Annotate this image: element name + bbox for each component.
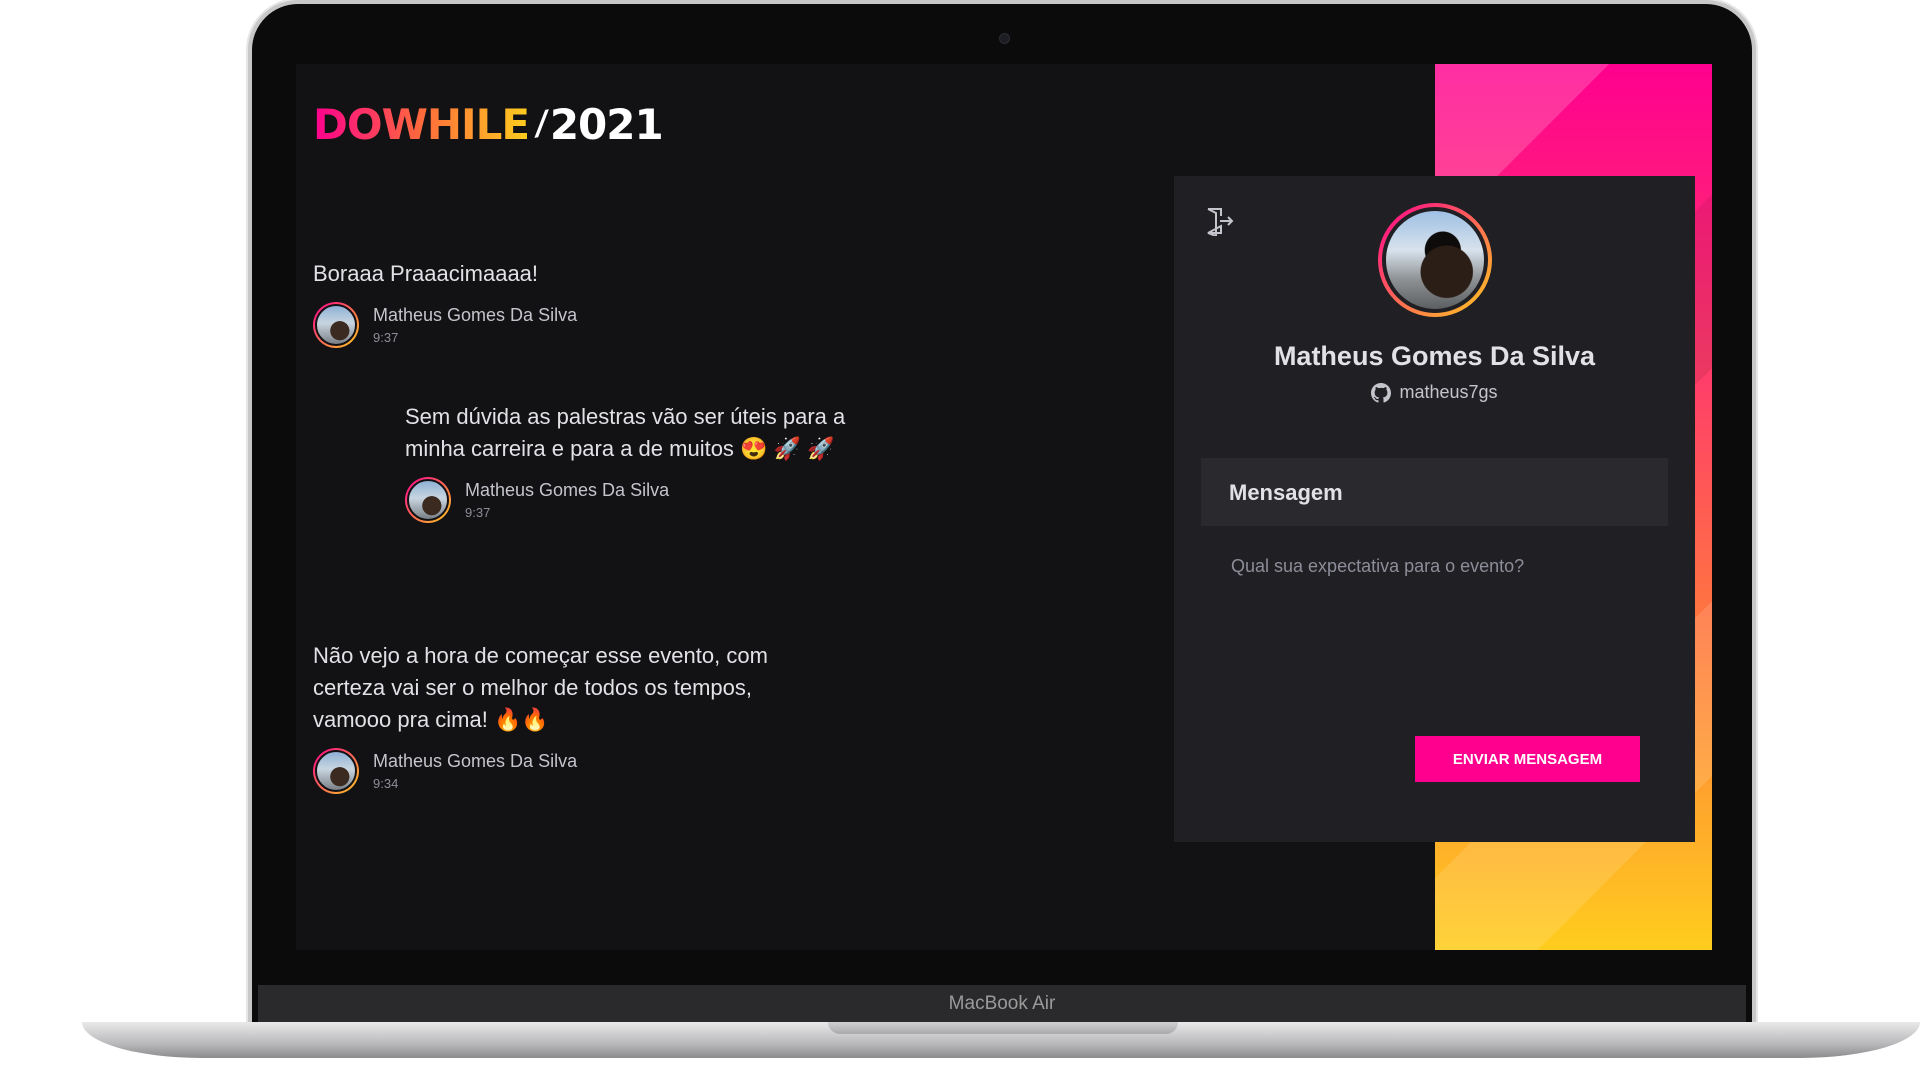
send-message-button[interactable]: ENVIAR MENSAGEM	[1415, 736, 1640, 782]
author-name: Matheus Gomes Da Silva	[465, 480, 670, 500]
sign-out-icon[interactable]	[1204, 206, 1234, 236]
message-item: Sem dúvida as palestras vão ser úteis pa…	[405, 401, 875, 523]
profile-avatar	[1378, 203, 1492, 317]
profile-card: Matheus Gomes Da Silva matheus7gs Mensag…	[1174, 176, 1695, 842]
login-text: matheus7gs	[1399, 382, 1498, 402]
message-time: 9:34	[373, 776, 399, 791]
message-item: Boraaa Praaacimaaaa! Matheus Gomes Da Si…	[313, 258, 577, 348]
message-item: Não vejo a hora de começar esse evento, …	[313, 640, 793, 794]
avatar	[313, 748, 359, 794]
laptop-chin: MacBook Air	[258, 985, 1746, 1025]
camera-dot	[999, 33, 1010, 44]
logo-mark-icon: ⁄	[535, 104, 548, 145]
github-icon	[1371, 382, 1392, 403]
message-author: Matheus Gomes Da Silva 9:37	[405, 477, 875, 523]
message-author: Matheus Gomes Da Silva 9:37	[313, 302, 577, 348]
message-text: Sem dúvida as palestras vão ser úteis pa…	[405, 404, 846, 461]
form-title: Mensagem	[1229, 480, 1343, 505]
message-time: 9:37	[465, 505, 491, 520]
message-input[interactable]	[1229, 554, 1643, 718]
avatar	[405, 477, 451, 523]
author-name: Matheus Gomes Da Silva	[373, 751, 578, 771]
message-form: Mensagem ENVIAR MENSAGEM	[1201, 458, 1668, 813]
github-login[interactable]: matheus7gs	[1174, 382, 1695, 403]
message-text: Boraaa Praaacimaaaa!	[313, 261, 539, 286]
app-screen: DOWHILE ⁄ 2021 Boraaa Praaacimaaaa! Math…	[296, 64, 1712, 950]
author-name: Matheus Gomes Da Silva	[373, 305, 578, 325]
logo-year: 2021	[549, 100, 664, 149]
avatar	[313, 302, 359, 348]
message-author: Matheus Gomes Da Silva 9:34	[313, 748, 793, 794]
message-time: 9:37	[373, 330, 399, 345]
laptop-notch	[828, 1022, 1178, 1034]
logo-text: DOWHILE	[313, 100, 530, 149]
message-text: Não vejo a hora de começar esse evento, …	[313, 643, 768, 732]
profile-name: Matheus Gomes Da Silva	[1273, 341, 1596, 371]
device-label: MacBook Air	[948, 993, 1056, 1014]
dowhile-logo: DOWHILE ⁄ 2021	[313, 100, 664, 149]
